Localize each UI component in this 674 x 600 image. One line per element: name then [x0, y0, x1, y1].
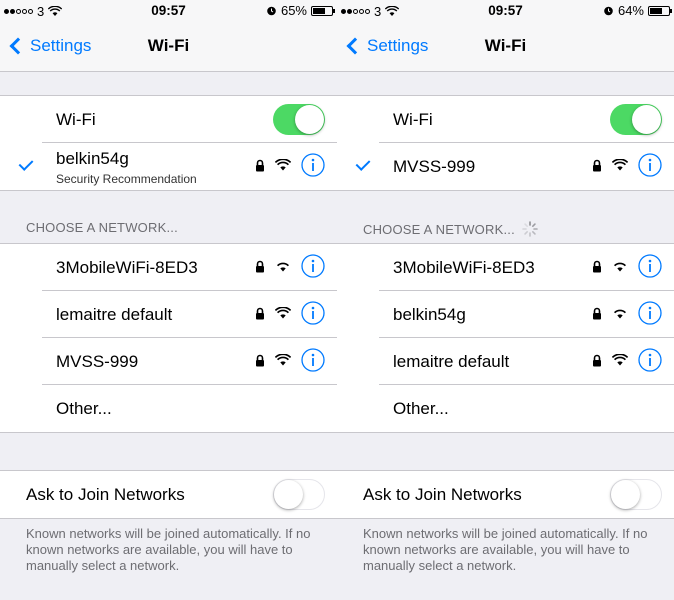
wifi-icon [612, 159, 628, 171]
network-row[interactable]: lemaitre default [0, 291, 337, 338]
network-list: 3MobileWiFi-8ED3 belkin54g lemaitre defa… [337, 243, 674, 433]
network-name: belkin54g [393, 305, 466, 324]
wifi-label: Wi-Fi [393, 110, 433, 129]
network-row[interactable]: belkin54g [337, 291, 674, 338]
ask-to-join-row: Ask to Join Networks [0, 471, 337, 518]
page-title: Wi-Fi [484, 36, 527, 55]
info-icon[interactable] [638, 301, 662, 325]
wifi-toggle[interactable] [273, 104, 325, 135]
network-name: lemaitre default [56, 305, 173, 324]
spinner-icon [522, 221, 538, 237]
wifi-icon [275, 159, 291, 171]
battery-icon [311, 5, 335, 16]
status-bar: 3 09:57 64% [337, 0, 674, 22]
network-row[interactable]: 3MobileWiFi-8ED3 [0, 244, 337, 291]
wifi-group: Wi-Fi MVSS-999 [337, 95, 674, 191]
ask-to-join-toggle[interactable] [610, 479, 662, 510]
other-network-row[interactable]: Other... [0, 385, 337, 432]
status-bar: 3 09:57 65% [0, 0, 337, 22]
network-name: MVSS-999 [56, 352, 139, 371]
ask-to-join-group: Ask to Join Networks [0, 470, 337, 519]
info-icon[interactable] [638, 348, 662, 372]
lock-icon [593, 159, 601, 171]
network-list: 3MobileWiFi-8ED3 lemaitre default MVSS-9… [0, 243, 337, 433]
ask-to-join-label: Ask to Join Networks [26, 485, 185, 504]
wifi-toggle-row: Wi-Fi [337, 96, 674, 143]
wifi-group: Wi-Fi belkin54g Security Recommendation [0, 95, 337, 191]
info-icon[interactable] [301, 301, 325, 325]
page-title: Wi-Fi [147, 36, 190, 55]
lock-icon [256, 307, 264, 319]
wifi-icon [613, 309, 627, 319]
network-name: 3MobileWiFi-8ED3 [393, 258, 535, 277]
alarm-icon [604, 6, 613, 16]
network-name: lemaitre default [393, 352, 510, 371]
ask-to-join-group: Ask to Join Networks [337, 470, 674, 519]
section-header: CHOOSE A NETWORK... [363, 220, 539, 238]
info-icon[interactable] [301, 348, 325, 372]
info-icon[interactable] [301, 153, 325, 177]
lock-icon [593, 307, 601, 319]
info-icon[interactable] [638, 153, 662, 177]
choose-network-label: CHOOSE A NETWORK... [26, 220, 178, 235]
ask-to-join-label: Ask to Join Networks [363, 485, 522, 504]
info-icon[interactable] [301, 254, 325, 278]
toggle-knob [295, 105, 324, 134]
toggle-knob [274, 480, 303, 509]
ask-to-join-row: Ask to Join Networks [337, 471, 674, 518]
lock-icon [593, 354, 601, 366]
wifi-icon [613, 262, 627, 272]
network-row[interactable]: 3MobileWiFi-8ED3 [337, 244, 674, 291]
other-network-row[interactable]: Other... [337, 385, 674, 432]
connected-network-row[interactable]: belkin54g Security Recommendation [0, 143, 337, 190]
wifi-icon [276, 262, 290, 272]
battery-percent: 64% [617, 3, 644, 18]
connected-network-subtitle: Security Recommendation [56, 172, 197, 186]
battery-percent: 65% [280, 3, 307, 18]
screen-right: 3 09:57 64% Settings Wi-Fi Wi-Fi MVSS-99… [337, 0, 674, 600]
choose-network-label: CHOOSE A NETWORK... [363, 221, 515, 237]
other-label: Other... [56, 399, 112, 418]
lock-icon [593, 260, 601, 272]
wifi-icon [275, 354, 291, 366]
footer-note: Known networks will be joined automatica… [363, 526, 648, 573]
wifi-toggle-row: Wi-Fi [0, 96, 337, 143]
wifi-icon [612, 354, 628, 366]
battery-fill [650, 7, 662, 14]
ask-to-join-toggle[interactable] [273, 479, 325, 510]
connected-network-row[interactable]: MVSS-999 [337, 143, 674, 190]
checkmark-icon [355, 156, 371, 171]
toggle-knob [632, 105, 661, 134]
battery-icon [648, 5, 672, 16]
network-name: 3MobileWiFi-8ED3 [56, 258, 198, 277]
navigation-bar: Settings Wi-Fi [0, 22, 337, 72]
checkmark-icon [18, 156, 34, 171]
screen-left: 3 09:57 65% Settings Wi-Fi Wi-Fi belkin5… [0, 0, 337, 600]
battery-status: 65% [266, 3, 335, 18]
navigation-bar: Settings Wi-Fi [337, 22, 674, 72]
footer-note: Known networks will be joined automatica… [26, 526, 311, 573]
wifi-icon [275, 307, 291, 319]
connected-network-name: belkin54g [56, 149, 129, 168]
lock-icon [256, 159, 264, 171]
info-icon[interactable] [638, 254, 662, 278]
battery-status: 64% [603, 3, 672, 18]
lock-icon [256, 260, 264, 272]
section-header: CHOOSE A NETWORK... [26, 220, 178, 235]
battery-fill [313, 7, 325, 14]
wifi-label: Wi-Fi [56, 110, 96, 129]
network-row[interactable]: MVSS-999 [0, 338, 337, 385]
alarm-icon [267, 6, 276, 16]
lock-icon [256, 354, 264, 366]
toggle-knob [611, 480, 640, 509]
wifi-toggle[interactable] [610, 104, 662, 135]
other-label: Other... [393, 399, 449, 418]
connected-network-name: MVSS-999 [393, 157, 476, 176]
network-row[interactable]: lemaitre default [337, 338, 674, 385]
